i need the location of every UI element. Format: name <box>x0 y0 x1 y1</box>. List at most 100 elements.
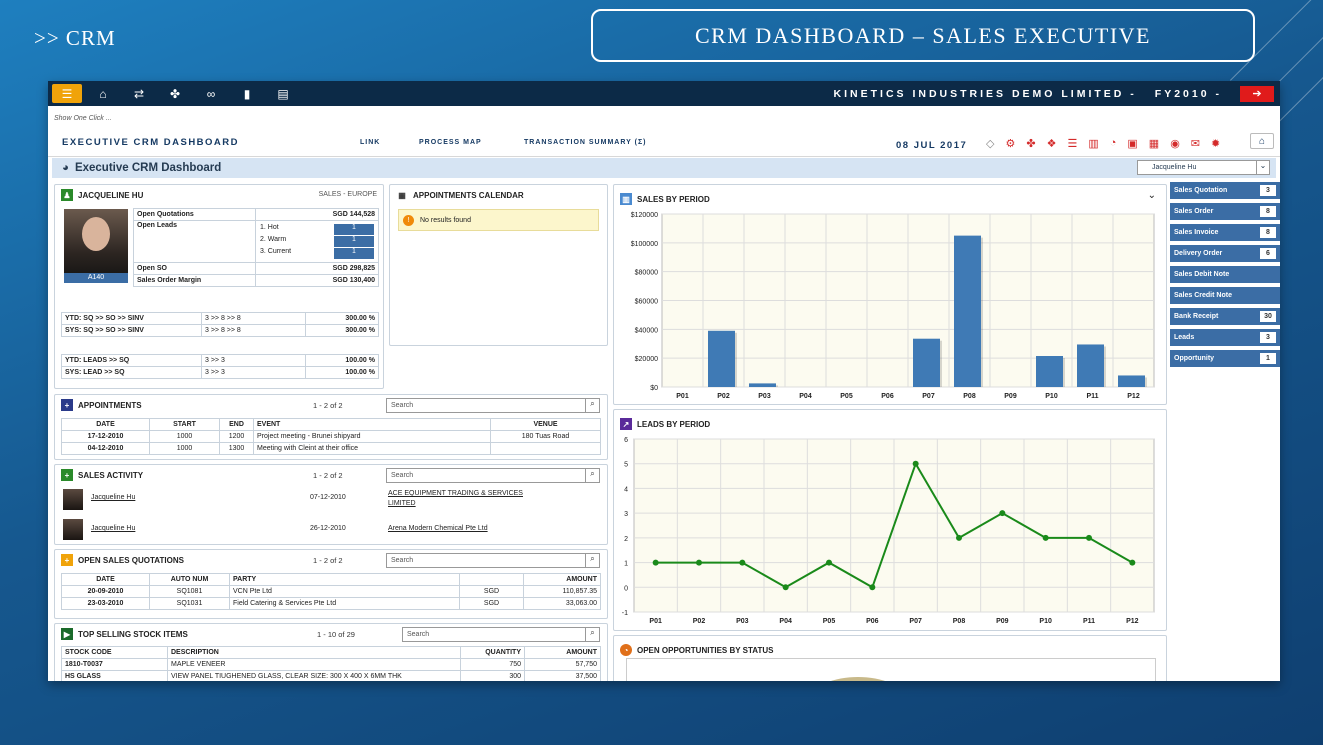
chevron-down-icon[interactable]: ⌄ <box>1148 190 1156 201</box>
y-tick-label: 3 <box>624 511 628 518</box>
org-chart-icon[interactable]: ⚙ <box>1005 137 1015 150</box>
lead-hot-value[interactable]: 1 <box>334 224 374 235</box>
nav-link[interactable]: LINK <box>360 139 380 146</box>
nav-process-map[interactable]: PROCESS MAP <box>419 139 482 146</box>
home-icon[interactable]: ⌂ <box>88 84 118 103</box>
activity-company-link[interactable]: ACE EQUIPMENT TRADING & SERVICES LIMITED <box>388 489 528 509</box>
lead-current-label: 3. Current <box>260 248 292 255</box>
company-name[interactable]: KINETICS INDUSTRIES DEMO LIMITED - <box>834 88 1137 100</box>
gear-icon[interactable]: ✹ <box>1211 137 1220 150</box>
search-icon[interactable]: ⌕ <box>585 399 599 412</box>
lead-current-value[interactable]: 1 <box>334 248 374 259</box>
plus-icon[interactable]: + <box>61 554 73 566</box>
table-row[interactable]: 23-03-2010 SQ1031 Field Catering & Service… <box>61 597 601 610</box>
comments-icon[interactable]: ✉ <box>1191 137 1200 150</box>
stat-label: Sales Invoice <box>1174 229 1219 236</box>
col-quantity[interactable]: QUANTITY <box>460 646 525 659</box>
profile-table: Open Quotations SGD 144,528 Open Leads 1.… <box>133 208 379 287</box>
list-item[interactable]: Jacqueline Hu 26-12-2010 Arena Modern Ch… <box>63 519 603 541</box>
bookmark-icon[interactable]: ▮ <box>232 84 262 103</box>
activity-user-link[interactable]: Jacqueline Hu <box>91 494 135 501</box>
ratio-pct: 100.00 % <box>305 354 379 367</box>
one-click-hint: Show One Click ... <box>54 115 112 122</box>
ratio-pct: 300.00 % <box>305 312 379 325</box>
lead-warm-value[interactable]: 1 <box>334 236 374 247</box>
cell: 57,750 <box>524 658 601 671</box>
cell: SGD <box>459 597 524 610</box>
table-row[interactable]: 1810-T0037 MAPLE VENEER 750 57,750 <box>61 658 601 671</box>
col-stock-code[interactable]: STOCK CODE <box>61 646 168 659</box>
fiscal-year[interactable]: FY2010 - <box>1155 88 1222 100</box>
col-party[interactable]: PARTY <box>229 573 460 586</box>
list-icon[interactable]: ☰ <box>1067 137 1077 150</box>
col-date[interactable]: DATE <box>61 418 150 431</box>
pie-chart-icon[interactable]: ◔ <box>1110 137 1117 150</box>
briefcase-icon[interactable]: ▣ <box>1127 137 1137 150</box>
col-date[interactable]: DATE <box>61 573 150 586</box>
open-quotations-label: Open Quotations <box>133 208 256 221</box>
activity-user-link[interactable]: Jacqueline Hu <box>91 525 135 532</box>
col-amount[interactable]: AMOUNT <box>523 573 601 586</box>
stock-panel: ▶ TOP SELLING STOCK ITEMS 1 - 10 of 29 Se… <box>54 623 608 681</box>
diamond-icon[interactable]: ◇ <box>986 137 994 150</box>
bar-chart-icon[interactable]: ▥ <box>1088 137 1098 150</box>
search-icon[interactable]: ⌕ <box>585 628 599 641</box>
activity-company-link[interactable]: Arena Modern Chemical Pte Ltd <box>388 525 488 532</box>
col-start[interactable]: START <box>149 418 220 431</box>
stat-item[interactable]: Bank Receipt 30 <box>1170 308 1280 327</box>
quotations-search-input[interactable]: Search ⌕ <box>386 553 600 568</box>
sales-activity-search-input[interactable]: Search ⌕ <box>386 468 600 483</box>
col-amount[interactable]: AMOUNT <box>524 646 601 659</box>
play-icon[interactable]: ▶ <box>61 628 73 640</box>
stock-search-input[interactable]: Search ⌕ <box>402 627 600 642</box>
table-row[interactable]: HS GLASS VIEW PANEL TIUGHENED GLASS, CLEA… <box>61 670 601 681</box>
table-row[interactable]: 20-09-2010 SQ1081 VCN Pte Ltd SGD 110,857.35 <box>61 585 601 598</box>
stat-item[interactable]: Sales Debit Note <box>1170 266 1280 285</box>
calendar-icon[interactable]: ▦ <box>1149 137 1159 150</box>
col-event[interactable]: EVENT <box>253 418 491 431</box>
list-item[interactable]: Jacqueline Hu 07-12-2010 ACE EQUIPMENT T… <box>63 489 603 511</box>
chevron-down-icon[interactable]: ⌄ <box>1256 161 1269 174</box>
user-select[interactable]: Jacqueline Hu ⌄ <box>1137 160 1270 175</box>
col-description[interactable]: DESCRIPTION <box>167 646 461 659</box>
col-currency[interactable] <box>459 573 524 586</box>
stat-item[interactable]: Sales Order 8 <box>1170 203 1280 222</box>
table-row[interactable]: 04-12-2010 1000 1300 Meeting with Cleint at… <box>61 442 601 455</box>
col-end[interactable]: END <box>219 418 254 431</box>
appointments-search-input[interactable]: Search ⌕ <box>386 398 600 413</box>
cubes-icon[interactable]: ❖ <box>1047 137 1057 150</box>
plus-icon[interactable]: + <box>61 469 73 481</box>
translate-icon[interactable]: ▤ <box>268 84 298 103</box>
nav-transaction-summary[interactable]: TRANSACTION SUMMARY (Σ) <box>524 139 646 146</box>
puzzle-icon[interactable]: ✤ <box>160 84 190 103</box>
plus-icon[interactable]: + <box>61 399 73 411</box>
dashboard-band: ◕ Executive CRM Dashboard Jacqueline Hu … <box>52 158 1276 178</box>
stat-item[interactable]: Leads 3 <box>1170 329 1280 348</box>
ratio-label: YTD: SQ >> SO >> SINV <box>61 312 202 325</box>
data-point <box>652 559 659 566</box>
stat-item[interactable]: Delivery Order 6 <box>1170 245 1280 264</box>
avatar <box>63 489 83 510</box>
ratio-flow: 3 >> 8 >> 8 <box>201 312 306 325</box>
cell: SGD <box>459 585 524 598</box>
stat-item[interactable]: Sales Invoice 8 <box>1170 224 1280 243</box>
col-auto-num[interactable]: AUTO NUM <box>149 573 230 586</box>
col-venue[interactable]: VENUE <box>490 418 601 431</box>
stat-item[interactable]: Sales Quotation 3 <box>1170 182 1280 201</box>
bank-icon[interactable]: ⌂ <box>1250 133 1274 149</box>
stat-item[interactable]: Opportunity 1 <box>1170 350 1280 369</box>
table-row[interactable]: 17-12-2010 1000 1200 Project meeting - Brun… <box>61 430 601 443</box>
search-icon[interactable]: ⌕ <box>585 554 599 567</box>
logout-icon[interactable]: ➔ <box>1240 85 1274 102</box>
avatar-face <box>82 217 110 251</box>
y-tick-label: 1 <box>624 561 628 568</box>
stat-item[interactable]: Sales Credit Note <box>1170 287 1280 306</box>
menu-icon[interactable]: ☰ <box>52 84 82 103</box>
podcast-icon[interactable]: ◉ <box>1170 137 1180 150</box>
puzzle-icon[interactable]: ✤ <box>1026 137 1035 150</box>
search-icon[interactable]: ⌕ <box>585 469 599 482</box>
y-tick-label: -1 <box>622 610 628 617</box>
pie-chart-slice <box>813 677 903 681</box>
swap-icon[interactable]: ⇄ <box>124 84 154 103</box>
link-icon[interactable]: ∞ <box>196 84 226 103</box>
